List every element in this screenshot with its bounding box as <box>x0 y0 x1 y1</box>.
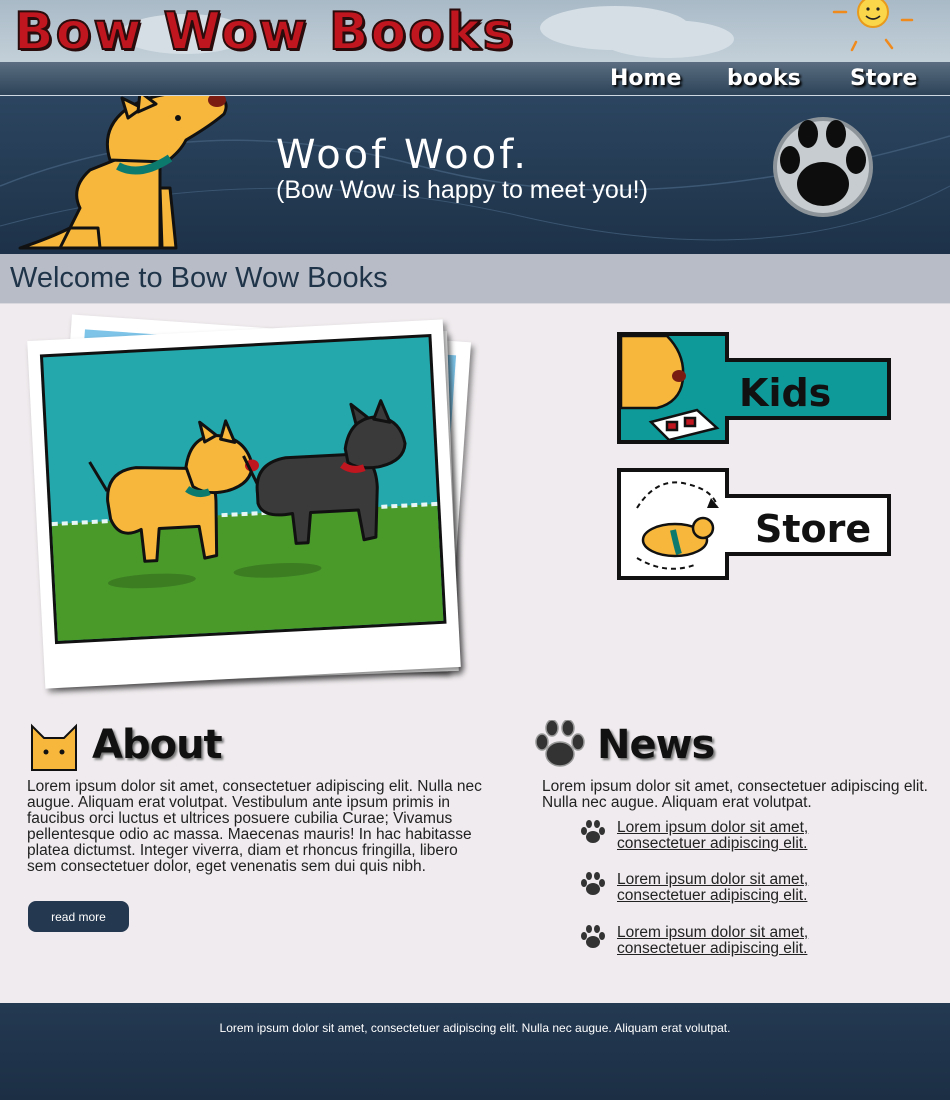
site-header: Bow Wow Books <box>0 0 950 62</box>
main-nav: Home books Store <box>0 62 950 96</box>
news-list-item: Lorem ipsum dolor sit amet, consectetuer … <box>580 820 840 860</box>
news-link[interactable]: Lorem ipsum dolor sit amet, consectetuer … <box>617 925 808 957</box>
paw-bullet-icon <box>581 820 605 843</box>
photo-stack <box>27 308 480 698</box>
hero-banner: Woof Woof. (Bow Wow is happy to meet you… <box>0 96 950 254</box>
kids-button-label: Kids <box>739 371 831 415</box>
dog-mascot-illustration <box>18 96 228 250</box>
read-more-button[interactable]: read more <box>28 901 129 932</box>
news-list-item: Lorem ipsum dolor sit amet, consectetuer … <box>580 925 840 965</box>
news-link-line: Lorem ipsum dolor sit amet, <box>617 924 809 941</box>
store-button[interactable]: Store <box>617 468 893 582</box>
news-list-item: Lorem ipsum dolor sit amet, consectetuer … <box>580 872 840 912</box>
news-link-line: consectetuer adipiscing elit. <box>617 887 808 904</box>
news-intro: Lorem ipsum dolor sit amet, consectetuer… <box>542 778 928 811</box>
sun-icon <box>832 0 914 52</box>
footer-text: Lorem ipsum dolor sit amet, consectetuer… <box>219 1021 731 1035</box>
paw-icon <box>535 720 585 767</box>
photo-frame-front[interactable] <box>27 319 461 689</box>
banner-title: Woof Woof. <box>276 132 529 178</box>
paw-badge-icon <box>773 117 873 217</box>
news-link-line: consectetuer adipiscing elit. <box>617 835 808 852</box>
page-title: Welcome to Bow Wow Books <box>10 262 388 294</box>
nav-home[interactable]: Home <box>610 62 681 96</box>
about-heading: About <box>92 722 223 768</box>
about-text: Lorem ipsum dolor sit amet, consectetuer… <box>27 778 482 875</box>
news-link-line: Lorem ipsum dolor sit amet, <box>617 819 809 836</box>
news-link[interactable]: Lorem ipsum dolor sit amet, consectetuer … <box>617 872 808 904</box>
news-link-line: Lorem ipsum dolor sit amet, <box>617 871 809 888</box>
news-link-line: consectetuer adipiscing elit. <box>617 940 808 957</box>
news-heading: News <box>597 722 715 768</box>
banner-subtitle: (Bow Wow is happy to meet you!) <box>276 176 648 204</box>
nav-books[interactable]: books <box>727 62 801 96</box>
welcome-bar: Welcome to Bow Wow Books <box>0 254 950 304</box>
site-footer: Lorem ipsum dolor sit amet, consectetuer… <box>0 1003 950 1100</box>
site-logo[interactable]: Bow Wow Books <box>13 1 516 62</box>
kids-button[interactable]: Kids <box>617 332 893 446</box>
paw-bullet-icon <box>581 872 605 895</box>
cat-face-icon <box>31 723 77 771</box>
store-button-label: Store <box>755 507 871 551</box>
news-link[interactable]: Lorem ipsum dolor sit amet, consectetuer … <box>617 820 808 852</box>
nav-store[interactable]: Store <box>850 62 917 96</box>
two-dogs-illustration <box>39 333 447 645</box>
paw-bullet-icon <box>581 925 605 948</box>
cloud-decoration <box>600 20 734 58</box>
